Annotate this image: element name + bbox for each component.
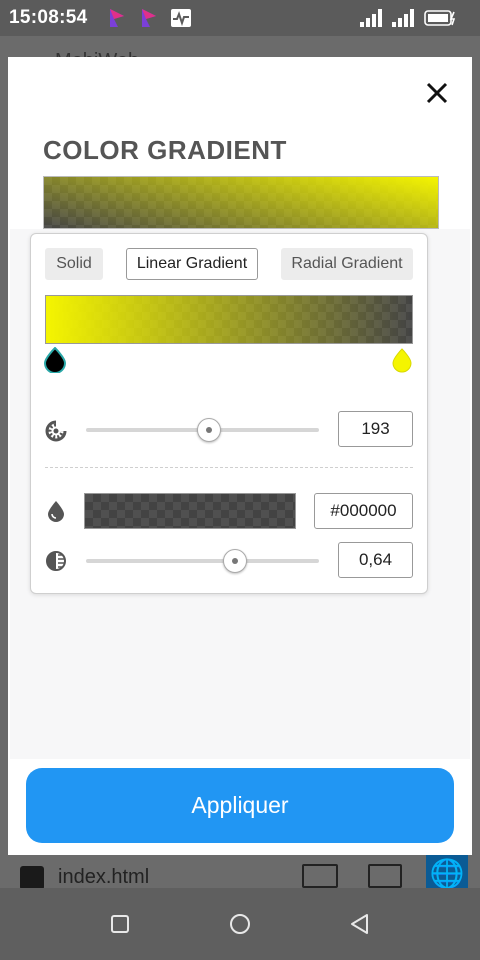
- signal-icon: [360, 9, 382, 27]
- opacity-slider-track[interactable]: [86, 559, 319, 563]
- color-gradient-dialog: COLOR GRADIENT Solid Linear Gradient Rad…: [8, 57, 472, 855]
- gradient-stop-handle[interactable]: [43, 347, 67, 373]
- color-drop-icon: [48, 501, 64, 522]
- angle-input[interactable]: 193: [338, 411, 413, 447]
- section-divider: [45, 467, 413, 468]
- opacity-slider-thumb[interactable]: [223, 549, 248, 573]
- gradient-preview: [43, 176, 439, 229]
- hex-color-input[interactable]: #000000: [314, 493, 413, 529]
- file-name-label: index.html: [58, 866, 150, 888]
- recent-apps-icon[interactable]: [108, 912, 132, 936]
- mode-radial-gradient-button[interactable]: Radial Gradient: [281, 248, 413, 280]
- status-time: 15:08:54: [9, 7, 88, 28]
- apply-button[interactable]: Appliquer: [26, 768, 454, 843]
- battery-charging-icon: [424, 10, 456, 26]
- app-notification-icon: [110, 9, 124, 27]
- angle-slider-thumb[interactable]: [197, 418, 222, 442]
- rotate-angle-icon: [45, 420, 67, 442]
- opacity-icon: [46, 551, 66, 571]
- mode-solid-button[interactable]: Solid: [45, 248, 103, 280]
- dialog-title: COLOR GRADIENT: [43, 135, 287, 165]
- navigation-bar: [0, 888, 480, 960]
- gradient-picker-panel: Solid Linear Gradient Radial Gradient 19…: [30, 233, 428, 594]
- laptop-code-icon: [302, 864, 338, 888]
- home-icon[interactable]: [228, 912, 252, 936]
- status-bar: 15:08:54: [0, 0, 480, 36]
- file-icon: [20, 866, 44, 890]
- color-swatch[interactable]: [84, 493, 296, 529]
- gradient-stop-handle[interactable]: [390, 347, 414, 373]
- signal-icon: [392, 9, 414, 27]
- activity-icon: [171, 9, 191, 27]
- gradient-bar[interactable]: [45, 295, 413, 344]
- back-icon[interactable]: [348, 912, 372, 936]
- close-icon[interactable]: [423, 79, 451, 107]
- mode-linear-gradient-button[interactable]: Linear Gradient: [126, 248, 258, 280]
- opacity-input[interactable]: 0,64: [338, 542, 413, 578]
- preview-icon: [368, 864, 402, 888]
- app-notification-icon: [142, 9, 156, 27]
